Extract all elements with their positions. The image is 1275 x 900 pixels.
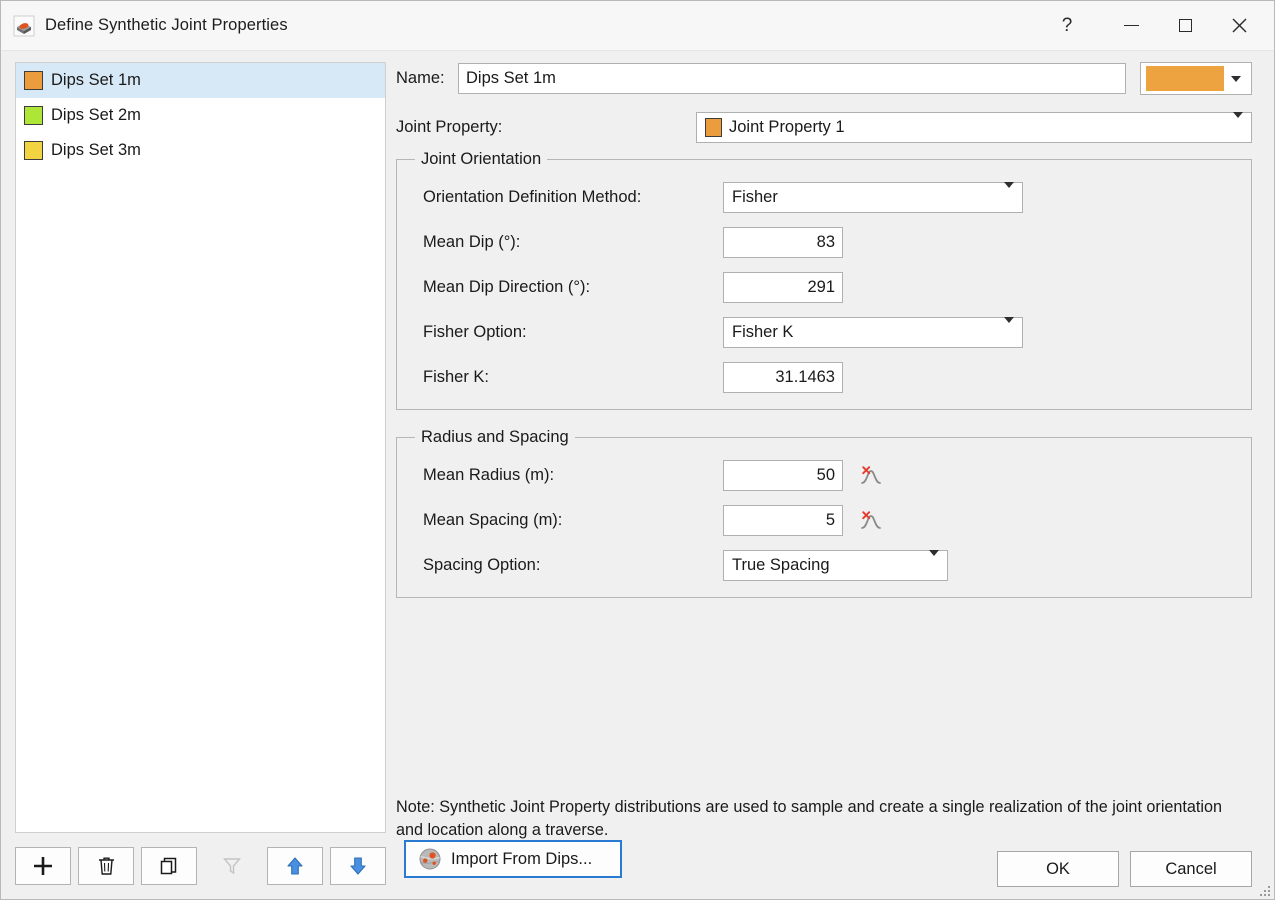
help-button[interactable]: ?	[1044, 1, 1090, 50]
joint-set-list[interactable]: Dips Set 1m Dips Set 2m Dips Set 3m	[15, 62, 386, 833]
radius-and-spacing-group: Radius and Spacing Mean Radius (m): 50 M…	[396, 428, 1252, 598]
fisher-k-label: Fisher K:	[423, 368, 490, 386]
color-swatch	[24, 106, 43, 125]
joint-property-color-swatch	[705, 118, 722, 137]
resize-grip[interactable]	[1256, 882, 1270, 896]
orientation-method-row: Orientation Definition Method: Fisher	[397, 182, 1251, 213]
add-button[interactable]	[15, 847, 71, 885]
mean-dip-direction-row: Mean Dip Direction (°): 291	[397, 272, 1251, 303]
arrow-up-icon	[287, 857, 303, 875]
fisher-k-input[interactable]: 31.1463	[723, 362, 843, 393]
no-distribution-icon[interactable]	[858, 463, 884, 489]
dialog-buttons: OK Cancel	[997, 851, 1252, 887]
name-label: Name:	[396, 69, 445, 87]
maximize-icon	[1178, 19, 1192, 32]
copy-icon	[160, 857, 177, 875]
cancel-button[interactable]: Cancel	[1130, 851, 1252, 887]
radius-and-spacing-title: Radius and Spacing	[415, 428, 575, 447]
properties-panel: Name: Dips Set 1m Joint Property: Joint …	[386, 51, 1274, 899]
import-from-dips-label: Import From Dips...	[451, 849, 593, 868]
list-item-label: Dips Set 1m	[51, 71, 141, 89]
chevron-down-icon	[929, 550, 939, 574]
orientation-method-label: Orientation Definition Method:	[423, 188, 642, 206]
color-dropdown[interactable]	[1140, 62, 1252, 95]
close-icon	[1232, 18, 1246, 33]
mean-radius-input[interactable]: 50	[723, 460, 843, 491]
fisher-option-label: Fisher Option:	[423, 323, 527, 341]
title-bar: Define Synthetic Joint Properties ?	[1, 1, 1274, 51]
mean-spacing-input[interactable]: 5	[723, 505, 843, 536]
arrow-down-icon	[350, 857, 366, 875]
mean-dip-label: Mean Dip (°):	[423, 233, 521, 251]
duplicate-button[interactable]	[141, 847, 197, 885]
mean-radius-row: Mean Radius (m): 50	[397, 460, 1251, 491]
note-text: Note: Synthetic Joint Property distribut…	[396, 798, 1223, 839]
color-swatch	[24, 141, 43, 160]
color-swatch	[24, 71, 43, 90]
list-item-label: Dips Set 2m	[51, 106, 141, 124]
list-item[interactable]: Dips Set 1m	[16, 63, 385, 98]
fisher-option-row: Fisher Option: Fisher K	[397, 317, 1251, 348]
spacing-option-label: Spacing Option:	[423, 556, 541, 574]
orientation-method-dropdown[interactable]: Fisher	[723, 182, 1023, 213]
joint-set-panel: Dips Set 1m Dips Set 2m Dips Set 3m	[1, 51, 386, 899]
mean-dip-row: Mean Dip (°): 83	[397, 227, 1251, 258]
name-row: Name: Dips Set 1m	[396, 62, 1252, 95]
maximize-button[interactable]	[1162, 1, 1208, 50]
joint-property-dropdown[interactable]: Joint Property 1	[696, 112, 1252, 143]
trash-icon	[98, 857, 114, 875]
list-item[interactable]: Dips Set 3m	[16, 133, 385, 168]
filter-button[interactable]	[204, 847, 260, 885]
mean-spacing-row: Mean Spacing (m): 5	[397, 505, 1251, 536]
chevron-down-icon	[1230, 75, 1241, 82]
move-up-button[interactable]	[267, 847, 323, 885]
dips-sphere-icon	[418, 847, 442, 871]
joint-orientation-title: Joint Orientation	[415, 150, 548, 169]
spacing-option-value: True Spacing	[732, 556, 830, 574]
name-input[interactable]: Dips Set 1m	[458, 63, 1126, 94]
no-distribution-icon[interactable]	[858, 508, 884, 534]
joint-block-icon	[13, 15, 35, 37]
orientation-method-value: Fisher	[732, 188, 778, 206]
plus-icon	[34, 857, 52, 875]
fisher-option-value: Fisher K	[732, 323, 794, 341]
chevron-down-icon	[1004, 182, 1014, 206]
fisher-option-dropdown[interactable]: Fisher K	[723, 317, 1023, 348]
define-synthetic-joint-properties-dialog: Define Synthetic Joint Properties ? Dips…	[0, 0, 1275, 900]
dialog-body: Dips Set 1m Dips Set 2m Dips Set 3m Name…	[1, 51, 1274, 899]
list-item-label: Dips Set 3m	[51, 141, 141, 159]
color-swatch-preview	[1146, 66, 1224, 91]
mean-radius-label: Mean Radius (m):	[423, 466, 555, 484]
joint-property-value: Joint Property 1	[729, 118, 845, 136]
delete-button[interactable]	[78, 847, 134, 885]
import-from-dips-button[interactable]: Import From Dips...	[404, 840, 622, 878]
close-button[interactable]	[1216, 1, 1262, 50]
list-item[interactable]: Dips Set 2m	[16, 98, 385, 133]
joint-property-row: Joint Property: Joint Property 1	[396, 112, 1252, 143]
chevron-down-icon	[1233, 112, 1243, 136]
chevron-down-icon	[1004, 317, 1014, 341]
funnel-icon	[222, 858, 242, 875]
minimize-button[interactable]	[1108, 1, 1154, 50]
list-toolbar	[15, 847, 386, 885]
spacing-option-row: Spacing Option: True Spacing	[397, 550, 1251, 581]
joint-property-label: Joint Property:	[396, 118, 503, 136]
window-title: Define Synthetic Joint Properties	[45, 16, 288, 34]
spacing-option-dropdown[interactable]: True Spacing	[723, 550, 948, 581]
mean-spacing-label: Mean Spacing (m):	[423, 511, 563, 529]
joint-orientation-group: Joint Orientation Orientation Definition…	[396, 150, 1252, 410]
move-down-button[interactable]	[330, 847, 386, 885]
ok-button[interactable]: OK	[997, 851, 1119, 887]
fisher-k-row: Fisher K: 31.1463	[397, 362, 1251, 393]
mean-dip-input[interactable]: 83	[723, 227, 843, 258]
minimize-icon	[1123, 24, 1139, 27]
mean-dip-direction-label: Mean Dip Direction (°):	[423, 278, 591, 296]
mean-dip-direction-input[interactable]: 291	[723, 272, 843, 303]
